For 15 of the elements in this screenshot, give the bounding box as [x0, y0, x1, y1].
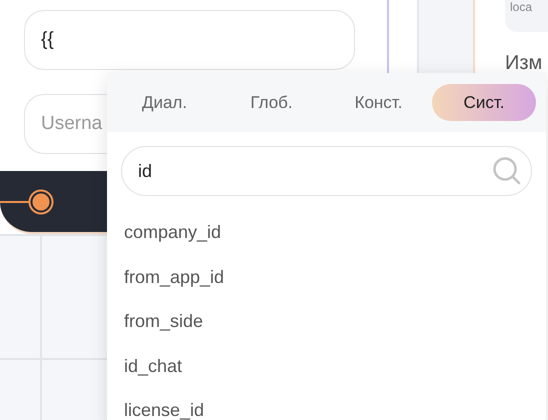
variable-item[interactable]: license_id [107, 388, 546, 420]
input-field[interactable]: {{ [24, 10, 355, 70]
panel-heading: Изм [505, 52, 544, 75]
tab[interactable]: Диал. [111, 84, 218, 122]
variable-item[interactable]: id_chat [107, 344, 546, 388]
variable-item[interactable]: from_side [107, 299, 546, 344]
tab[interactable]: Глоб. [218, 84, 325, 122]
tab[interactable]: Конст. [325, 84, 432, 122]
tab[interactable]: Сист. [432, 84, 536, 122]
variable-item[interactable]: company_id [107, 210, 546, 255]
search-field[interactable]: id [121, 146, 532, 196]
search-icon [492, 156, 522, 186]
card-text: loca [505, 0, 548, 32]
variable-item[interactable]: from_app_id [107, 254, 546, 300]
connector-handle-icon[interactable] [0, 188, 56, 216]
